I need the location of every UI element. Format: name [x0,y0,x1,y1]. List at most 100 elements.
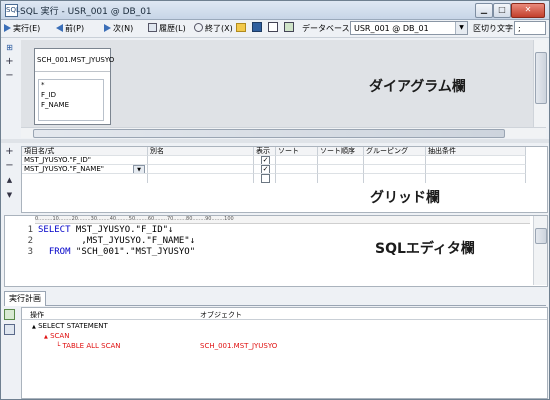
grid-alias-cell[interactable] [148,156,254,165]
scroll-thumb[interactable] [33,129,505,138]
exit-button[interactable]: 終了(X) [194,22,233,35]
code-line[interactable]: SELECT MST_JYUSYO."F_ID"↓ [38,225,173,235]
copy-icon[interactable] [4,324,15,335]
plan-row[interactable]: ▲ SELECT STATEMENT [32,322,108,330]
history-label: 履歴(L) [159,24,186,33]
view-toggle-button[interactable] [284,22,296,35]
next-label: 次(N) [113,24,134,33]
floppy-disk-icon [252,22,262,32]
exit-icon [194,23,203,32]
show-checkbox[interactable] [261,174,270,183]
grid-alias-cell[interactable] [148,174,254,183]
code-line[interactable]: ,MST_JYUSYO."F_NAME"↓ [38,236,195,246]
window-title: SQL 実行 - USR_001 @ DB_01 [20,7,152,17]
prev-button[interactable]: 前(P) [56,22,84,35]
grid-header: 抽出条件 [426,147,526,156]
diagram-icon[interactable]: ⊞ [4,42,15,53]
grid-header: ソート [276,147,318,156]
grid-expression-cell[interactable] [22,174,148,183]
grid-sort-cell[interactable] [276,156,318,165]
move-down-icon[interactable]: ▼ [4,190,15,201]
open-folder-button[interactable] [236,22,248,35]
diagram-vertical-scrollbar[interactable] [533,40,547,127]
scroll-thumb[interactable] [535,52,547,104]
next-button[interactable]: 次(N) [104,22,133,35]
remove-table-icon[interactable]: − [4,70,15,81]
remove-row-icon[interactable]: − [4,160,15,171]
chevron-down-icon[interactable]: ▼ [455,22,467,34]
scroll-thumb[interactable] [535,228,547,244]
history-button[interactable]: 履歴(L) [148,22,186,35]
grid-sidebar: + − ▲ ▼ [1,146,18,211]
plan-row[interactable]: └ TABLE ALL SCAN [56,342,121,350]
table-field[interactable]: F_NAME [41,100,103,110]
sql-keyword: FROM [38,247,71,257]
sql-code-text: "SCH_001"."MST_JYUSYO" [70,247,196,257]
diagram-horizontal-scrollbar[interactable] [21,127,546,138]
sql-app-icon: SQL [5,4,20,17]
grid-expression-cell[interactable]: MST_JYUSYO."F_NAME" ▼ [22,165,148,174]
tab-execution-plan[interactable]: 実行計画 [4,291,46,306]
grid-grouping-cell[interactable] [364,174,426,183]
plan-header-row: 操作 オブジェクト [22,308,547,320]
tree-toggle-icon[interactable]: ▲ [32,324,36,330]
delimiter-input[interactable]: ; [514,21,546,35]
plan-row[interactable]: ▲ SCAN [44,332,69,340]
tree-toggle-icon[interactable]: ▲ [44,334,48,340]
run-button[interactable]: 実行(E) [4,22,40,35]
grid-criteria-cell[interactable] [426,174,526,183]
save-button[interactable] [252,22,264,35]
diagram-sidebar: ⊞ + − [1,39,18,134]
code-line[interactable]: FROM "SCH_001"."MST_JYUSYO" [38,247,195,257]
execution-plan-pane: 操作 オブジェクト ▲ SELECT STATEMENT ▲ SCAN └ TA… [21,307,548,399]
minimize-button[interactable]: ▁ [475,3,493,18]
grid-sort-order-cell[interactable] [318,156,364,165]
database-select-value: USR_001 @ DB_01 [354,24,429,33]
database-label: データベース [302,24,350,33]
add-table-icon[interactable]: + [4,56,15,67]
add-row-icon[interactable]: + [4,146,15,157]
tree-branch-icon: └ [56,342,61,350]
plan-col-object: オブジェクト [200,311,242,319]
grid-sort-order-cell[interactable] [318,174,364,183]
move-up-icon[interactable]: ▲ [4,175,15,186]
show-checkbox[interactable]: ✓ [261,165,270,173]
plan-operation: TABLE ALL SCAN [62,342,121,350]
query-grid: 項目名/式 別名 表示 ソート ソート順序 グルーピング 抽出条件 MST_JY… [21,146,548,213]
maximize-button[interactable]: □ [493,3,511,18]
exit-label: 終了(X) [205,24,233,33]
table-field[interactable]: * [41,80,103,90]
table-box-title: SCH_001.MST_JYUSYO [35,49,114,72]
grid-criteria-cell[interactable] [426,156,526,165]
grid-sort-order-cell[interactable] [318,165,364,174]
toolbar: 実行(E) 前(P) 次(N) 履歴(L) 終了(X) データベース USR_0… [1,20,549,38]
grid-expression-text: MST_JYUSYO."F_NAME" [24,165,104,173]
table-field[interactable]: F_ID [41,90,103,100]
layout-icon [268,22,278,32]
sql-editor[interactable]: 0.........10........20........30........… [4,215,548,287]
grid-sort-cell[interactable] [276,174,318,183]
grid-alias-cell[interactable] [148,165,254,174]
table-field-list: * F_ID F_NAME [38,79,104,121]
table-box[interactable]: SCH_001.MST_JYUSYO * F_ID F_NAME [34,48,114,125]
database-select[interactable]: USR_001 @ DB_01 ▼ [350,21,468,35]
grid-grouping-cell[interactable] [364,156,426,165]
grid-grouping-cell[interactable] [364,165,426,174]
editor-vertical-scrollbar[interactable] [533,216,547,285]
grid-criteria-cell[interactable] [426,165,526,174]
pane-splitter[interactable] [1,139,549,143]
export-icon[interactable] [4,309,15,320]
grid-sort-cell[interactable] [276,165,318,174]
plan-col-operation: 操作 [30,311,44,319]
folder-icon [236,23,246,32]
column-ruler: 0.........10........20........30........… [35,216,530,224]
show-checkbox[interactable]: ✓ [261,156,270,164]
grid-show-cell: ✓ [254,165,276,174]
layout-button[interactable] [268,22,280,35]
delimiter-label: 区切り文字 [473,24,513,33]
next-arrow-icon [104,24,111,32]
chevron-down-icon[interactable]: ▼ [133,165,145,173]
grid-show-cell: ✓ [254,156,276,165]
grid-expression-cell[interactable]: MST_JYUSYO."F_ID" [22,156,148,165]
close-button[interactable]: ✕ [511,3,545,18]
